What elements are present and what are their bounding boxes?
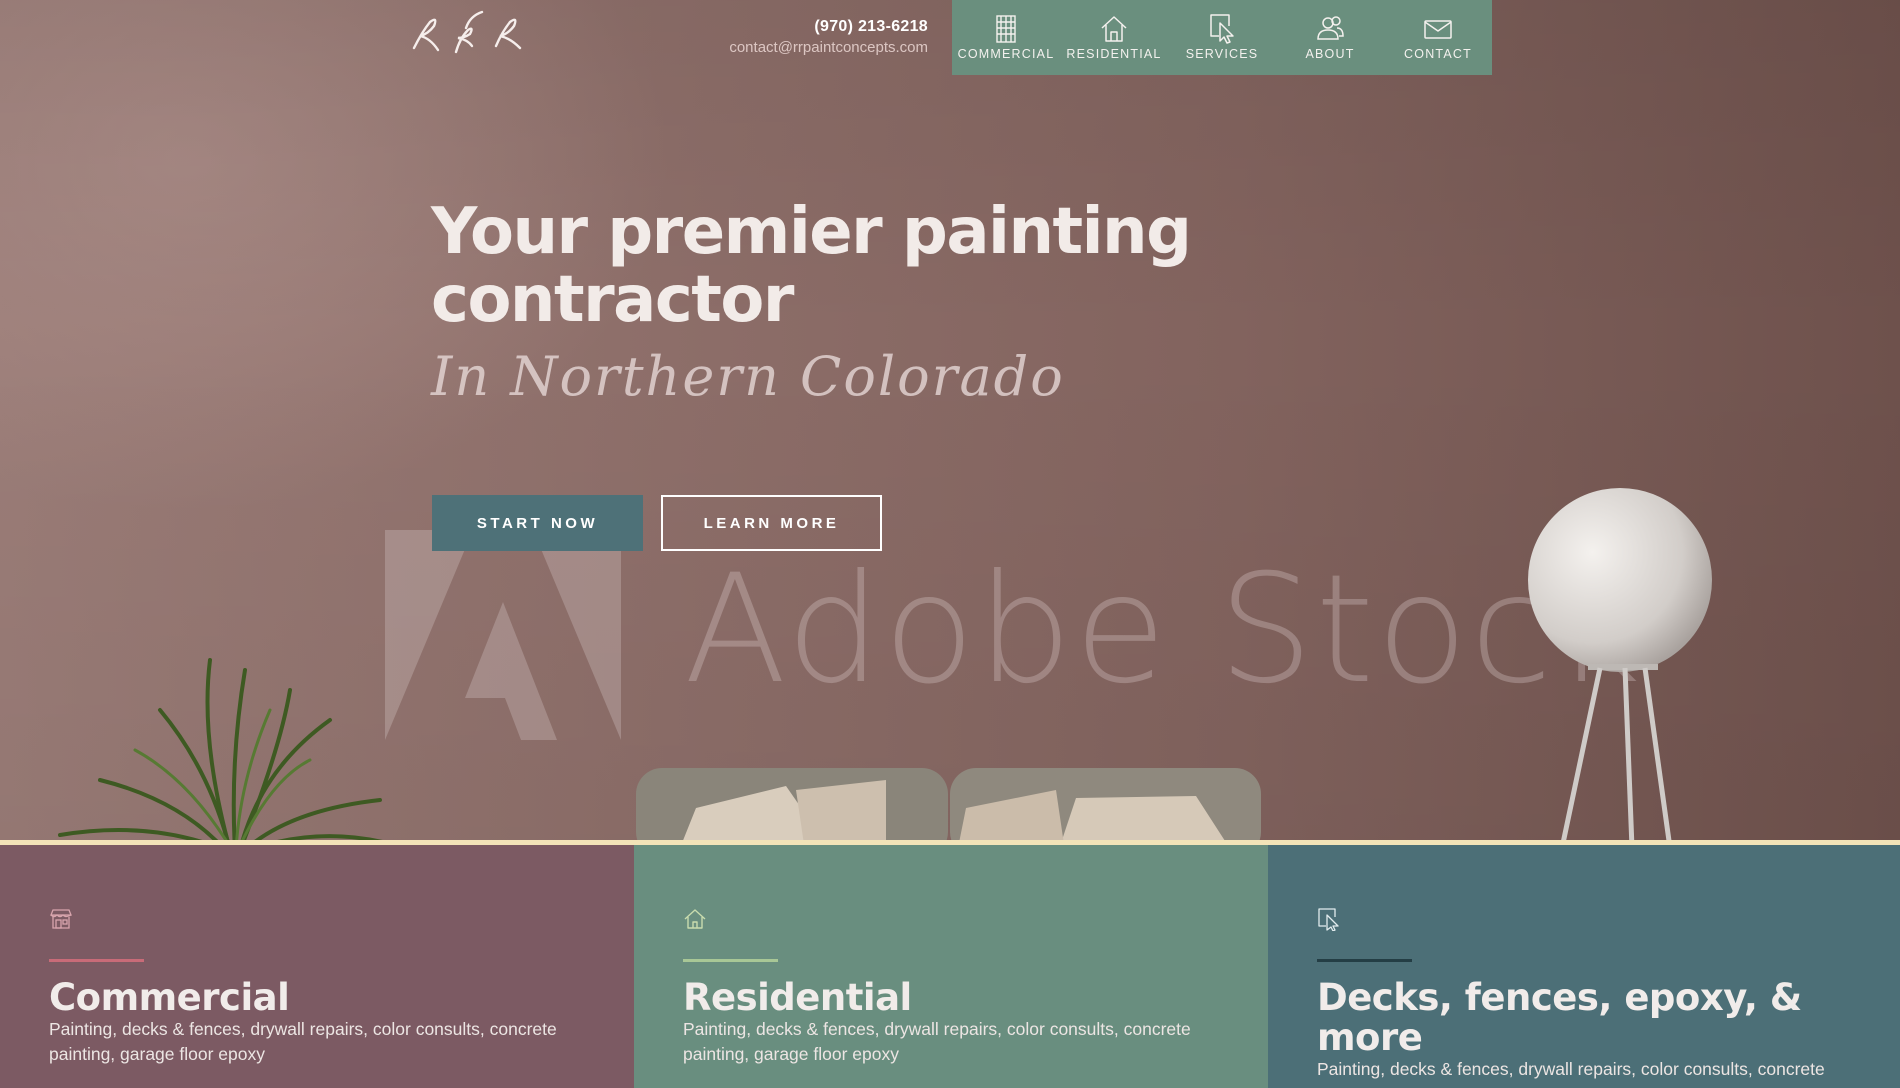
- building-icon: [996, 15, 1016, 43]
- main-nav: COMMERCIAL RESIDENTIAL SERVICES ABOUT CO…: [952, 0, 1492, 75]
- hero-script-subtitle: In Northern Colorado: [431, 345, 1065, 408]
- nav-label-contact: CONTACT: [1404, 47, 1472, 61]
- card-description: Painting, decks & fences, drywall repair…: [49, 1019, 557, 1064]
- nav-item-contact[interactable]: CONTACT: [1384, 0, 1492, 75]
- card-description: Painting, decks & fences, drywall repair…: [683, 1019, 1191, 1064]
- nav-label-residential: RESIDENTIAL: [1066, 47, 1162, 61]
- card-title: Commercial: [49, 976, 290, 1019]
- house-icon: [684, 909, 706, 929]
- sofa-decoration: [636, 768, 1261, 840]
- start-now-button[interactable]: START NOW: [432, 495, 643, 551]
- nav-item-residential[interactable]: RESIDENTIAL: [1060, 0, 1168, 75]
- storefront-icon: [50, 909, 72, 929]
- card-accent-line: [49, 959, 144, 962]
- learn-more-button[interactable]: LEARN MORE: [661, 495, 882, 551]
- card-residential[interactable]: Residential Painting, decks & fences, dr…: [634, 845, 1268, 1088]
- hero-headline: Your premier painting contractor: [431, 195, 1192, 337]
- users-icon: [1317, 16, 1344, 40]
- nav-label-about: ABOUT: [1305, 47, 1355, 61]
- card-description: Painting, decks & fences, drywall repair…: [1317, 1059, 1825, 1079]
- envelope-icon: [1424, 20, 1452, 39]
- card-commercial[interactable]: Commercial Painting, decks & fences, dry…: [0, 845, 634, 1088]
- cursor-click-icon: [1210, 14, 1234, 44]
- plant-decoration: [58, 658, 383, 840]
- card-title: Residential: [683, 976, 912, 1019]
- nav-item-services[interactable]: SERVICES: [1168, 0, 1276, 75]
- brand-logo[interactable]: [408, 8, 528, 58]
- hero-section: Adobe Stock: [0, 0, 1900, 840]
- adobe-stock-watermark: Adobe Stock: [684, 543, 1644, 717]
- floor-lamp-decoration: [1528, 488, 1712, 840]
- email-address[interactable]: contact@rrpaintconcepts.com: [729, 39, 928, 56]
- card-accent-line: [683, 959, 778, 962]
- phone-number[interactable]: (970) 213-6218: [729, 18, 928, 36]
- nav-label-commercial: COMMERCIAL: [957, 47, 1055, 61]
- contact-info: (970) 213-6218 contact@rrpaintconcepts.c…: [729, 18, 928, 56]
- nav-item-about[interactable]: ABOUT: [1276, 0, 1384, 75]
- card-accent-line: [1317, 959, 1412, 962]
- adobe-watermark-logo: [385, 530, 621, 740]
- service-cards: Commercial Painting, decks & fences, dry…: [0, 845, 1900, 1088]
- card-decks-fences[interactable]: Decks, fences, epoxy, & more Painting, d…: [1268, 845, 1900, 1088]
- cursor-click-icon: [1318, 908, 1339, 931]
- card-title: Decks, fences, epoxy, & more: [1317, 976, 1802, 1059]
- nav-item-commercial[interactable]: COMMERCIAL: [952, 0, 1060, 75]
- house-icon: [1101, 16, 1127, 42]
- nav-label-services: SERVICES: [1185, 47, 1259, 61]
